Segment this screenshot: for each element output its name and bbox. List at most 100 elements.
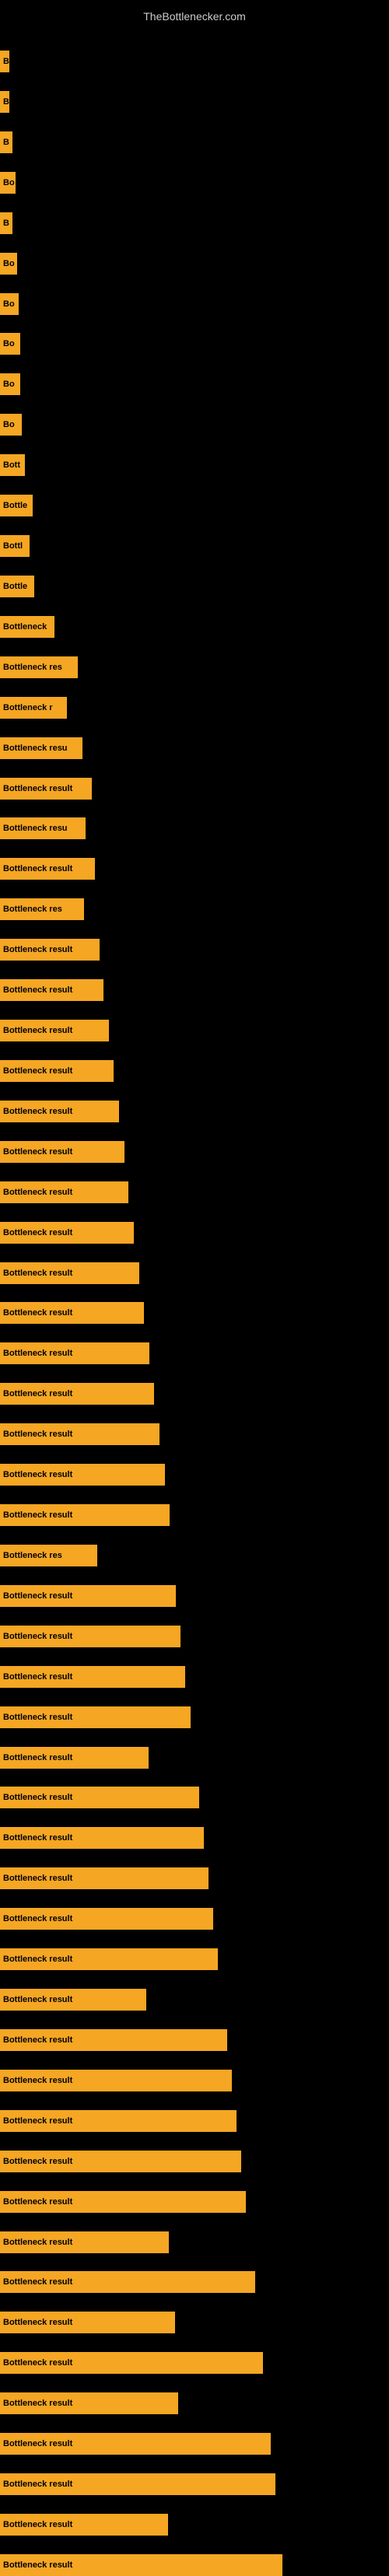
result-bar: Bottleneck result: [0, 1060, 114, 1082]
bar-label: Bottleneck result: [3, 1430, 72, 1439]
result-bar: Bottleneck result: [0, 1666, 185, 1688]
bar-row: Bottleneck result: [0, 2029, 389, 2051]
result-bar: Bottleneck result: [0, 778, 92, 800]
result-bar: Bottleneck resu: [0, 737, 82, 759]
bar-label: Bottleneck result: [3, 1995, 72, 2004]
bar-row: Bottleneck result: [0, 1827, 389, 1849]
bar-label: Bottleneck result: [3, 1591, 72, 1601]
result-bar: Bottleneck result: [0, 1141, 124, 1163]
bar-label: Bottleneck result: [3, 1228, 72, 1237]
result-bar: Bottleneck result: [0, 2151, 241, 2172]
result-bar: Bottleneck result: [0, 1827, 204, 1849]
bar-label: Bottleneck result: [3, 1269, 72, 1278]
bar-row: Bo: [0, 333, 389, 355]
bar-row: Bottleneck res: [0, 656, 389, 678]
bar-label: Bottleneck result: [3, 1470, 72, 1479]
result-bar: Bottleneck result: [0, 2433, 271, 2455]
result-bar: B: [0, 131, 12, 153]
bar-label: Bottleneck result: [3, 1066, 72, 1076]
result-bar: Bottleneck result: [0, 2029, 227, 2051]
bar-label: Bottleneck result: [3, 864, 72, 873]
bar-row: Bottleneck result: [0, 1666, 389, 1688]
result-bar: B: [0, 212, 12, 234]
bar-label: Bo: [3, 299, 15, 309]
bar-row: Bottleneck result: [0, 2070, 389, 2091]
bar-label: Bottleneck result: [3, 2520, 72, 2529]
bar-label: Bottleneck resu: [3, 824, 68, 833]
result-bar: Bo: [0, 414, 22, 436]
bar-label: Bottleneck result: [3, 1833, 72, 1843]
bar-row: Bottleneck result: [0, 1747, 389, 1769]
bar-row: Bottleneck result: [0, 1181, 389, 1203]
result-bar: Bo: [0, 293, 19, 315]
bar-label: Bottleneck result: [3, 2238, 72, 2247]
result-bar: Bottleneck r: [0, 697, 67, 719]
result-bar: Bottleneck result: [0, 2352, 263, 2374]
bar-row: Bottleneck result: [0, 2433, 389, 2455]
bar-label: Bottleneck result: [3, 1914, 72, 1923]
result-bar: Bottleneck result: [0, 1423, 159, 1445]
result-bar: B: [0, 51, 9, 72]
result-bar: Bottleneck result: [0, 939, 100, 961]
bar-label: Bottle: [3, 501, 27, 510]
bar-row: Bottleneck result: [0, 1060, 389, 1082]
bar-label: Bottleneck result: [3, 2116, 72, 2126]
bar-label: B: [3, 219, 9, 228]
bar-row: Bottleneck result: [0, 1867, 389, 1889]
bar-row: Bottleneck result: [0, 1464, 389, 1486]
bar-label: Bottleneck result: [3, 2197, 72, 2207]
result-bar: Bottleneck res: [0, 1545, 97, 1566]
bar-label: Bottleneck result: [3, 1349, 72, 1358]
result-bar: Bottleneck res: [0, 898, 84, 920]
result-bar: Bo: [0, 253, 17, 275]
bar-row: Bottl: [0, 535, 389, 557]
bar-label: B: [3, 97, 9, 107]
bar-label: Bottleneck resu: [3, 744, 68, 753]
bar-row: Bo: [0, 373, 389, 395]
bar-row: Bottleneck result: [0, 1989, 389, 2011]
bar-label: B: [3, 57, 9, 66]
result-bar: Bottleneck result: [0, 1585, 176, 1607]
bar-label: Bottle: [3, 582, 27, 591]
bar-label: Bottleneck result: [3, 784, 72, 793]
result-bar: Bottleneck res: [0, 656, 78, 678]
bar-row: Bottleneck result: [0, 2151, 389, 2172]
bar-row: Bottleneck result: [0, 1383, 389, 1405]
bar-row: Bottleneck result: [0, 1262, 389, 1284]
bar-label: Bottleneck result: [3, 2076, 72, 2085]
bar-label: Bottleneck result: [3, 2277, 72, 2287]
bar-label: Bottleneck result: [3, 1147, 72, 1157]
result-bar: Bottleneck result: [0, 1181, 128, 1203]
bar-row: Bo: [0, 414, 389, 436]
bar-row: Bottleneck result: [0, 2473, 389, 2495]
result-bar: Bottleneck result: [0, 1504, 170, 1526]
result-bar: Bottleneck result: [0, 2110, 237, 2132]
bar-row: Bott: [0, 454, 389, 476]
result-bar: Bottleneck result: [0, 1747, 149, 1769]
result-bar: Bottleneck result: [0, 1262, 139, 1284]
bar-row: Bottle: [0, 495, 389, 516]
bar-label: Bottleneck result: [3, 985, 72, 995]
bar-row: B: [0, 91, 389, 113]
result-bar: Bottleneck result: [0, 1626, 180, 1647]
bar-label: Bottleneck result: [3, 1308, 72, 1318]
bar-row: Bottle: [0, 576, 389, 597]
bar-label: Bo: [3, 259, 15, 268]
bar-label: Bottleneck res: [3, 663, 62, 672]
bar-label: Bottleneck result: [3, 2035, 72, 2045]
bar-row: Bottleneck result: [0, 1020, 389, 1041]
bar-row: Bo: [0, 293, 389, 315]
result-bar: Bottle: [0, 495, 33, 516]
bar-label: Bottleneck result: [3, 2439, 72, 2448]
bar-row: Bottleneck res: [0, 898, 389, 920]
bar-label: Bottleneck result: [3, 1672, 72, 1682]
result-bar: Bottl: [0, 535, 30, 557]
result-bar: Bottleneck result: [0, 1706, 191, 1728]
result-bar: Bottleneck result: [0, 2554, 282, 2576]
bar-label: Bottleneck res: [3, 905, 62, 914]
bar-row: Bottleneck result: [0, 1626, 389, 1647]
bar-row: Bottleneck result: [0, 1423, 389, 1445]
bar-row: Bottleneck result: [0, 2191, 389, 2213]
result-bar: Bott: [0, 454, 25, 476]
bar-row: B: [0, 51, 389, 72]
